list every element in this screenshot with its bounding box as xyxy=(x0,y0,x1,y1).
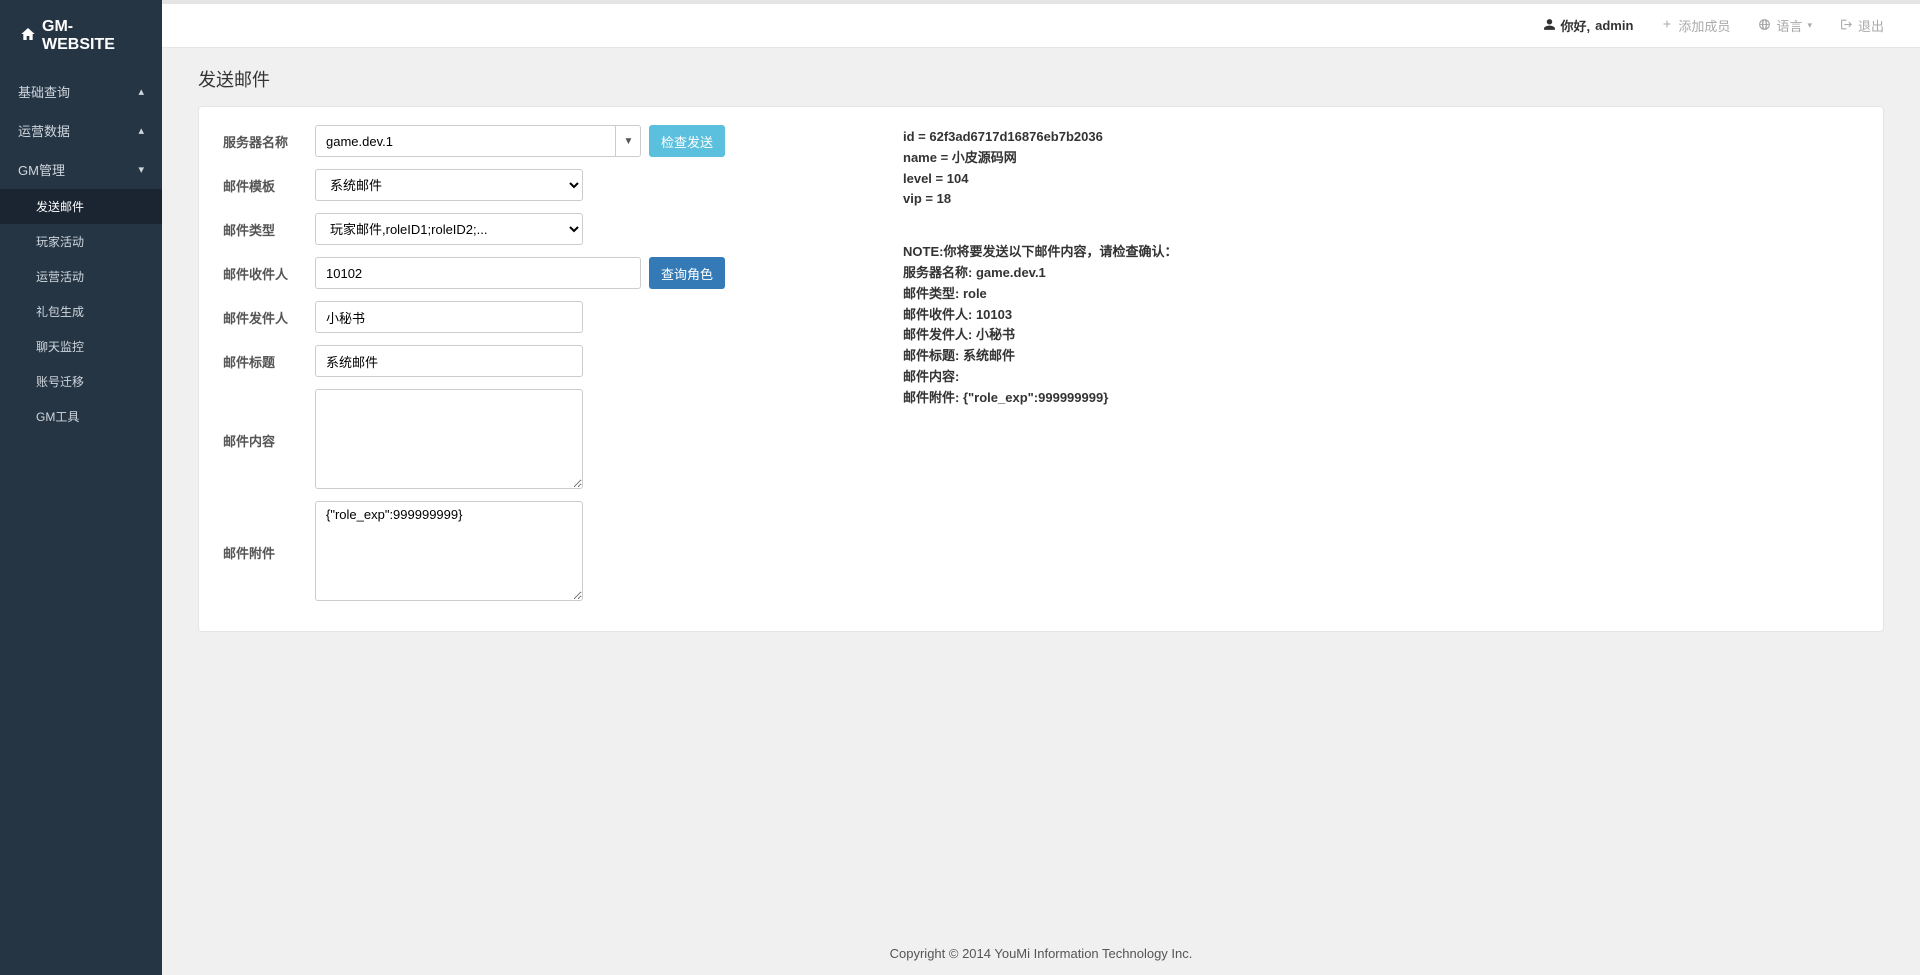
note-type: 邮件类型: role xyxy=(903,284,1859,305)
title-input[interactable] xyxy=(315,345,583,377)
caret-down-icon: ▾ xyxy=(1807,20,1812,31)
row-template: 邮件模板 系统邮件 xyxy=(223,169,863,201)
note-content: 邮件内容: xyxy=(903,367,1859,388)
server-input[interactable] xyxy=(315,125,641,157)
nav-item-gift-generation[interactable]: 礼包生成 xyxy=(0,294,162,329)
nav-item-gm-tools[interactable]: GM工具 xyxy=(0,399,162,434)
nav-item-operations-activity[interactable]: 运营活动 xyxy=(0,259,162,294)
row-type: 邮件类型 玩家邮件,roleID1;roleID2;... xyxy=(223,213,863,245)
label-type: 邮件类型 xyxy=(223,213,315,239)
label-title: 邮件标题 xyxy=(223,345,315,371)
brand-name: GM-WEBSITE xyxy=(42,18,144,54)
info-id: id = 62f3ad6717d16876eb7b2036 xyxy=(903,127,1859,148)
logout-label: 退出 xyxy=(1858,16,1884,35)
nav-section-basic-query: 基础查询 ▴ xyxy=(0,72,162,111)
query-role-button[interactable]: 查询角色 xyxy=(649,257,725,289)
sidebar: GM-WEBSITE 基础查询 ▴ 运营数据 ▴ GM管理 ▾ xyxy=(0,0,162,975)
row-content: 邮件内容 xyxy=(223,389,863,489)
greeting: 你好, admin xyxy=(1543,16,1634,35)
chevron-down-icon: ▾ xyxy=(138,163,144,176)
note-title: 邮件标题: 系统邮件 xyxy=(903,346,1859,367)
nav: 基础查询 ▴ 运营数据 ▴ GM管理 ▾ 发送邮件 玩家活动 运营活动 xyxy=(0,72,162,434)
info-level: level = 104 xyxy=(903,169,1859,190)
panel: 服务器名称 ▼ 检查发送 邮件模板 xyxy=(198,106,1884,632)
note-sender: 邮件发件人: 小秘书 xyxy=(903,325,1859,346)
note-server: 服务器名称: game.dev.1 xyxy=(903,263,1859,284)
info-vip: vip = 18 xyxy=(903,189,1859,210)
content-textarea[interactable] xyxy=(315,389,583,489)
label-recipient: 邮件收件人 xyxy=(223,257,315,283)
player-info-block: id = 62f3ad6717d16876eb7b2036 name = 小皮源… xyxy=(903,127,1859,210)
template-select[interactable]: 系统邮件 xyxy=(315,169,583,201)
brand[interactable]: GM-WEBSITE xyxy=(0,0,162,72)
nav-header-basic-query[interactable]: 基础查询 ▴ xyxy=(0,72,162,111)
nav-label: GM管理 xyxy=(18,160,65,179)
label-attachment: 邮件附件 xyxy=(223,501,315,562)
globe-icon xyxy=(1758,18,1771,34)
row-recipient: 邮件收件人 查询角色 xyxy=(223,257,863,289)
greeting-prefix: 你好, xyxy=(1561,16,1591,35)
label-content: 邮件内容 xyxy=(223,389,315,450)
nav-item-player-activity[interactable]: 玩家活动 xyxy=(0,224,162,259)
row-attachment: 邮件附件 {"role_exp":999999999} xyxy=(223,501,863,601)
chevron-up-icon: ▴ xyxy=(138,124,144,137)
note-recipient: 邮件收件人: 10103 xyxy=(903,305,1859,326)
recipient-input[interactable] xyxy=(315,257,641,289)
label-template: 邮件模板 xyxy=(223,169,315,195)
add-member-link[interactable]: 添加成员 xyxy=(1661,16,1730,35)
content: 发送邮件 服务器名称 ▼ 检查发送 邮件模 xyxy=(162,48,1920,932)
row-sender: 邮件发件人 xyxy=(223,301,863,333)
nav-item-send-mail[interactable]: 发送邮件 xyxy=(0,189,162,224)
greeting-user: admin xyxy=(1595,18,1633,33)
page-title: 发送邮件 xyxy=(198,66,1884,92)
language-label: 语言 xyxy=(1776,16,1802,35)
add-member-label: 添加成员 xyxy=(1678,16,1730,35)
check-send-button[interactable]: 检查发送 xyxy=(649,125,725,157)
logout-icon xyxy=(1840,18,1853,34)
nav-section-operations-data: 运营数据 ▴ xyxy=(0,111,162,150)
nav-header-operations-data[interactable]: 运营数据 ▴ xyxy=(0,111,162,150)
home-icon xyxy=(20,26,36,47)
row-title: 邮件标题 xyxy=(223,345,863,377)
footer: Copyright © 2014 YouMi Information Techn… xyxy=(162,932,1920,975)
nav-item-chat-monitor[interactable]: 聊天监控 xyxy=(0,329,162,364)
logout-link[interactable]: 退出 xyxy=(1840,16,1884,35)
info-column: id = 62f3ad6717d16876eb7b2036 name = 小皮源… xyxy=(903,125,1859,613)
topbar: 你好, admin 添加成员 语言 ▾ 退出 xyxy=(162,0,1920,48)
row-server: 服务器名称 ▼ 检查发送 xyxy=(223,125,863,157)
user-icon xyxy=(1543,18,1556,34)
nav-header-gm-management[interactable]: GM管理 ▾ xyxy=(0,150,162,189)
sender-input[interactable] xyxy=(315,301,583,333)
info-name: name = 小皮源码网 xyxy=(903,148,1859,169)
server-combo[interactable]: ▼ xyxy=(315,125,641,157)
language-dropdown[interactable]: 语言 ▾ xyxy=(1758,16,1812,35)
chevron-up-icon: ▴ xyxy=(138,85,144,98)
note-header: NOTE:你将要发送以下邮件内容，请检查确认： xyxy=(903,242,1859,263)
attachment-textarea[interactable]: {"role_exp":999999999} xyxy=(315,501,583,601)
nav-section-gm-management: GM管理 ▾ 发送邮件 玩家活动 运营活动 礼包生成 聊天监控 账号迁移 GM工… xyxy=(0,150,162,434)
form-column: 服务器名称 ▼ 检查发送 邮件模板 xyxy=(223,125,863,613)
nav-label: 基础查询 xyxy=(18,82,70,101)
main: 你好, admin 添加成员 语言 ▾ 退出 xyxy=(162,0,1920,975)
label-server: 服务器名称 xyxy=(223,125,315,151)
label-sender: 邮件发件人 xyxy=(223,301,315,327)
plus-icon xyxy=(1661,18,1673,33)
type-select[interactable]: 玩家邮件,roleID1;roleID2;... xyxy=(315,213,583,245)
nav-label: 运营数据 xyxy=(18,121,70,140)
note-block: NOTE:你将要发送以下邮件内容，请检查确认： 服务器名称: game.dev.… xyxy=(903,242,1859,408)
nav-sub-gm-management: 发送邮件 玩家活动 运营活动 礼包生成 聊天监控 账号迁移 GM工具 xyxy=(0,189,162,434)
nav-item-account-migration[interactable]: 账号迁移 xyxy=(0,364,162,399)
note-attachment: 邮件附件: {"role_exp":999999999} xyxy=(903,388,1859,409)
